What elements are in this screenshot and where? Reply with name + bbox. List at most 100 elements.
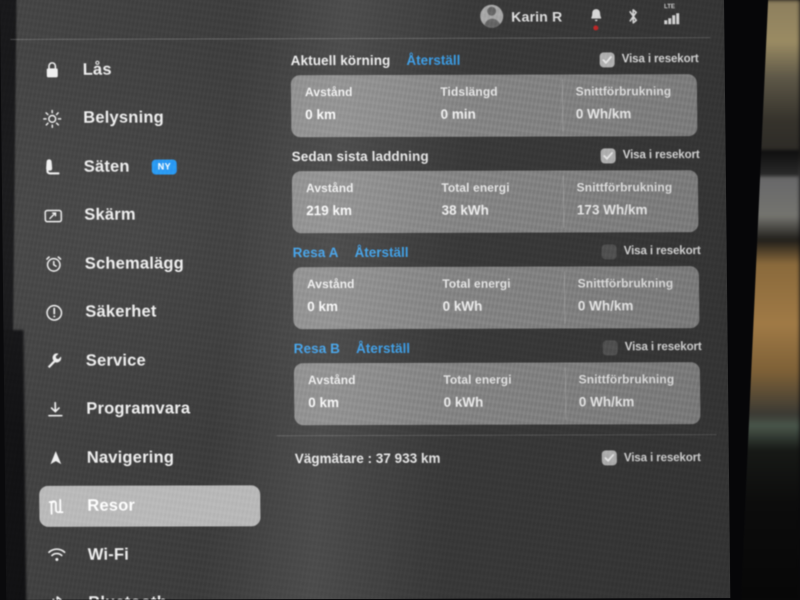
sidebar-item-navigering[interactable]: Navigering	[5, 433, 278, 482]
stat-label: Avstånd	[306, 277, 355, 292]
stats-card: Avstånd 0 km Total energi 0 kWh Snittför…	[293, 362, 701, 426]
stat-value: 0 km	[308, 395, 340, 411]
navigation-icon	[45, 447, 67, 469]
notification-dot	[593, 25, 599, 31]
stat-value: 0 kWh	[442, 298, 483, 314]
section-current-drive: Aktuell körning Återställ Visa i resekor…	[272, 44, 713, 138]
sidebar-item-belysning[interactable]: Belysning	[1, 94, 274, 143]
show-in-trip-card-toggle[interactable]: Visa i resekort	[601, 243, 701, 259]
avatar	[480, 4, 504, 28]
active-highlight	[39, 484, 261, 527]
stats-card: Avstånd 219 km Total energi 38 kWh Snitt…	[291, 170, 699, 234]
section-trip-b: Resa B Återställ Visa i resekort Avstånd…	[276, 332, 717, 426]
show-in-trip-card-toggle[interactable]: Visa i resekort	[601, 450, 701, 466]
checkbox[interactable]	[601, 450, 617, 466]
sidebar-item-service[interactable]: Service	[4, 336, 277, 385]
sidebar-item-label: Service	[85, 351, 147, 370]
sidebar-item-saten[interactable]: Säten NY	[1, 142, 274, 191]
sidebar-item-label: Säkerhet	[85, 302, 157, 322]
show-in-trip-card-toggle[interactable]: Visa i resekort	[599, 51, 699, 67]
sidebar-item-label: Schemalägg	[84, 254, 185, 273]
sidebar-item-label: Lås	[82, 60, 112, 79]
stat-value: 0 min	[440, 106, 476, 122]
stat-label: Tidslängd	[440, 84, 498, 99]
stat-cell: Avstånd 219 km	[292, 171, 428, 233]
bell-icon[interactable]	[588, 7, 604, 31]
display-icon	[42, 205, 64, 227]
stat-value: 0 Wh/km	[577, 298, 634, 314]
sidebar-item-bluetooth[interactable]: Bluetooth	[6, 579, 279, 600]
sidebar-item-resor[interactable]: Resor	[5, 482, 278, 531]
section-since-last-charge: Sedan sista laddning Visa i resekort Avs…	[273, 140, 714, 234]
stat-cell: Total energi 0 kWh	[429, 363, 565, 425]
stat-value: 0 km	[307, 299, 339, 315]
stat-cell: Total energi 0 kWh	[428, 267, 564, 329]
checkbox-label: Visa i resekort	[623, 451, 701, 464]
user-profile-button[interactable]: Karin R	[480, 4, 563, 28]
checkbox[interactable]	[600, 147, 616, 163]
sidebar-item-schemalagg[interactable]: Schemalägg	[3, 239, 276, 288]
stat-value: 0 Wh/km	[578, 394, 635, 410]
trip-name-button[interactable]: Resa A	[293, 245, 339, 260]
lte-signal-icon[interactable]: LTE	[664, 4, 684, 27]
stat-label: Total energi	[442, 276, 511, 291]
trips-icon	[45, 496, 67, 518]
car-touchscreen: Karin R LTE Lås Belysning Säten NY Skärm…	[0, 0, 731, 600]
stat-cell: Avstånd 0 km	[291, 75, 427, 137]
show-in-trip-card-toggle[interactable]: Visa i resekort	[600, 147, 700, 163]
sidebar-item-skarm[interactable]: Skärm	[2, 191, 275, 240]
stat-cell: Snittförbrukning 0 Wh/km	[564, 362, 700, 424]
sidebar-item-label: Programvara	[86, 399, 191, 419]
stat-label: Snittförbrukning	[576, 180, 673, 195]
sidebar-item-label: Säten	[83, 157, 130, 176]
seat-icon	[42, 156, 64, 178]
stat-label: Snittförbrukning	[577, 276, 674, 291]
new-badge: NY	[151, 159, 178, 175]
section-title: Aktuell körning	[290, 52, 391, 68]
odometer-value: Vägmätare : 37 933 km	[294, 450, 441, 467]
stat-label: Snittförbrukning	[578, 372, 675, 387]
settings-sidebar: Lås Belysning Säten NY Skärm Schemalägg …	[0, 39, 278, 600]
schedule-icon	[43, 253, 65, 275]
stats-card: Avstånd 0 km Total energi 0 kWh Snittför…	[292, 266, 700, 330]
section-header: Sedan sista laddning Visa i resekort	[273, 140, 713, 171]
show-in-trip-card-toggle[interactable]: Visa i resekort	[602, 339, 702, 355]
download-icon	[44, 399, 66, 421]
sidebar-item-las[interactable]: Lås	[0, 45, 273, 94]
sidebar-item-programvara[interactable]: Programvara	[4, 385, 277, 434]
user-name: Karin R	[511, 8, 563, 25]
sidebar-item-label: Skärm	[84, 205, 136, 225]
photographed-screen: Karin R LTE Lås Belysning Säten NY Skärm…	[0, 0, 800, 600]
odometer-row: Vägmätare : 37 933 km Visa i resekort	[276, 434, 717, 472]
stat-value: 0 Wh/km	[575, 106, 632, 122]
lock-icon	[41, 59, 63, 81]
stat-value: 0 kWh	[443, 394, 484, 410]
signal-bars	[664, 12, 684, 25]
trips-panel: Aktuell körning Återställ Visa i resekor…	[272, 44, 718, 599]
sidebar-item-label: Resor	[87, 496, 136, 516]
checkbox-label: Visa i resekort	[621, 53, 699, 66]
wrench-icon	[44, 350, 66, 372]
section-header: Aktuell körning Återställ Visa i resekor…	[272, 44, 712, 75]
bluetooth-icon[interactable]	[626, 7, 642, 27]
light-icon	[41, 108, 63, 130]
stat-label: Avstånd	[304, 85, 353, 100]
checkbox-label: Visa i resekort	[623, 245, 701, 258]
checkbox[interactable]	[602, 339, 618, 355]
reset-button[interactable]: Återställ	[406, 52, 460, 67]
checkbox[interactable]	[601, 243, 617, 259]
stat-cell: Avstånd 0 km	[293, 267, 429, 329]
stat-value: 173 Wh/km	[576, 202, 648, 218]
bluetooth-icon	[46, 593, 68, 600]
top-status-bar: Karin R LTE	[0, 0, 724, 40]
sidebar-item-sakerhet[interactable]: Säkerhet	[3, 288, 276, 337]
reset-button[interactable]: Återställ	[354, 244, 408, 259]
status-icon-group: LTE	[588, 4, 684, 31]
checkbox[interactable]	[599, 51, 615, 67]
checkbox-label: Visa i resekort	[624, 341, 702, 354]
reset-button[interactable]: Återställ	[356, 340, 410, 355]
section-header: Resa A Återställ Visa i resekort	[274, 236, 714, 267]
sidebar-item-wifi[interactable]: Wi-Fi	[6, 530, 279, 579]
trip-name-button[interactable]: Resa B	[294, 341, 341, 356]
stat-cell: Snittförbrukning 173 Wh/km	[562, 170, 698, 232]
